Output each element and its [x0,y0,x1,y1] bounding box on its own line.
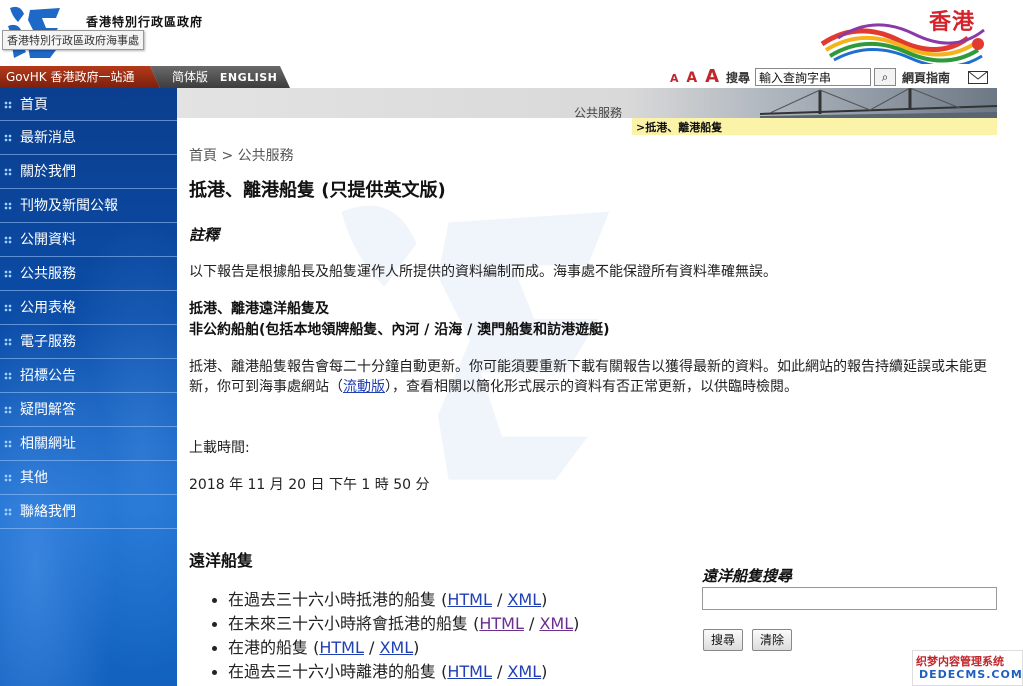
english-link[interactable]: ENGLISH [220,71,277,84]
search-label: 搜尋 [726,71,751,85]
sitemap-link[interactable]: 網頁指南 [902,69,950,86]
vessel-report-list: 在過去三十六小時抵港的船隻 (HTML / XML) 在未來三十六小時將會抵港的… [212,588,579,684]
expected-html-link[interactable]: HTML [479,614,524,633]
upload-time-label: 上載時間: [189,440,250,456]
site-search-input[interactable] [755,68,871,86]
note-text: 以下報告是根據船長及船隻運作人所提供的資料編制而成。海事處不能保證所有資料準確無… [189,264,777,280]
site-header: 香港特別行政區政府 香港特別行政區政府海事處 香港 [0,0,1000,66]
sidebar-item-publications[interactable]: 刊物及新聞公報 [0,189,177,223]
mail-icon[interactable] [968,71,988,84]
logo-tooltip: 香港特別行政區政府海事處 [2,30,144,50]
list-item: 在港的船隻 (HTML / XML) [212,636,579,660]
sidebar-item-latest-news[interactable]: 最新消息 [0,121,177,155]
vessel-search-input[interactable] [702,587,997,610]
page-title: 抵港、離港船隻 (只提供英文版) [189,180,446,201]
vessel-report-heading: 抵港、離港遠洋船隻及 非公約船舶(包括本地領牌船隻、內河 / 沿海 / 澳門船隻… [189,299,610,341]
bridge-banner-image [760,88,997,118]
upload-time-value: 2018 年 11 月 20 日 下午 1 時 50 分 [189,477,430,493]
sidebar-item-others[interactable]: 其他 [0,461,177,495]
sidebar-item-public-services[interactable]: 公共服務 [0,257,177,291]
sidebar-item-tenders[interactable]: 招標公告 [0,359,177,393]
departed-html-link[interactable]: HTML [447,662,492,681]
cms-badge-line2: DEDECMS.COM [919,668,1023,681]
sidebar-item-forms[interactable]: 公用表格 [0,291,177,325]
font-size-large-button[interactable]: A [705,66,719,87]
list-item: 在過去三十六小時離港的船隻 (HTML / XML) [212,660,579,684]
vessel-search-button[interactable]: 搜尋 [703,629,744,651]
top-navigation-bar: GovHK 香港政府一站通 简体版 ENGLISH A A A 搜尋 ⌕ 網頁指… [0,66,1000,88]
expected-xml-link[interactable]: XML [539,614,573,633]
vessel-report-heading-line2: 非公約船舶(包括本地領牌船隻、內河 / 沿海 / 澳門船隻和訪港遊艇) [189,322,610,338]
simplified-chinese-link[interactable]: 简体版 [172,70,208,84]
arrived-html-link[interactable]: HTML [447,590,492,609]
government-name: 香港特別行政區政府 [86,15,204,29]
sidebar-item-faq[interactable]: 疑問解答 [0,393,177,427]
update-notice-after: ），查看相關以簡化形式展示的資料有否正常更新，以供臨時檢閱。 [385,379,798,395]
in-port-xml-link[interactable]: XML [379,638,413,657]
in-port-html-link[interactable]: HTML [319,638,364,657]
arrived-xml-link[interactable]: XML [507,590,541,609]
departed-xml-link[interactable]: XML [507,662,541,681]
font-size-small-button[interactable]: A [670,72,679,85]
sidebar-item-e-services[interactable]: 電子服務 [0,325,177,359]
language-switcher: 简体版 ENGLISH [150,66,290,88]
cms-badge-line1: 织梦内容管理系统 [916,655,1004,668]
list-item: 在未來三十六小時將會抵港的船隻 (HTML / XML) [212,612,579,636]
sidebar-item-public-information[interactable]: 公開資料 [0,223,177,257]
mobile-version-link[interactable]: 流動版 [343,379,385,395]
vessel-search-title: 遠洋船隻搜尋 [702,567,793,585]
ocean-vessels-heading: 遠洋船隻 [189,551,254,570]
cms-watermark-badge: 织梦内容管理系统 DEDECMS.COM [912,650,1023,686]
sidebar-navigation: 首頁 最新消息 關於我們 刊物及新聞公報 公開資料 公共服務 公用表格 電子服務… [0,88,177,686]
search-icon[interactable]: ⌕ [874,68,896,86]
update-notice: 抵港、離港船隻報告會每二十分鐘自動更新。你可能須要重新下載有關報告以獲得最新的資… [189,357,989,397]
sidebar-item-about-us[interactable]: 關於我們 [0,155,177,189]
location-text: >抵港、離港船隻 [636,121,723,134]
sidebar-item-related-links[interactable]: 相關網址 [0,427,177,461]
font-size-medium-button[interactable]: A [686,70,697,86]
vessel-clear-button[interactable]: 清除 [752,629,793,651]
vessel-report-heading-line1: 抵港、離港遠洋船隻及 [189,301,329,317]
govhk-link[interactable]: GovHK 香港政府一站通 [0,66,160,88]
list-item: 在過去三十六小時抵港的船隻 (HTML / XML) [212,588,579,612]
sidebar-item-home[interactable]: 首頁 [0,88,177,121]
sidebar-item-contact-us[interactable]: 聯絡我們 [0,495,177,529]
breadcrumb[interactable]: 首頁 > 公共服務 [189,145,294,165]
note-heading: 註釋 [189,226,220,244]
font-size-controls: A A A [670,66,722,88]
brand-hong-kong-text: 香港 [929,10,976,35]
